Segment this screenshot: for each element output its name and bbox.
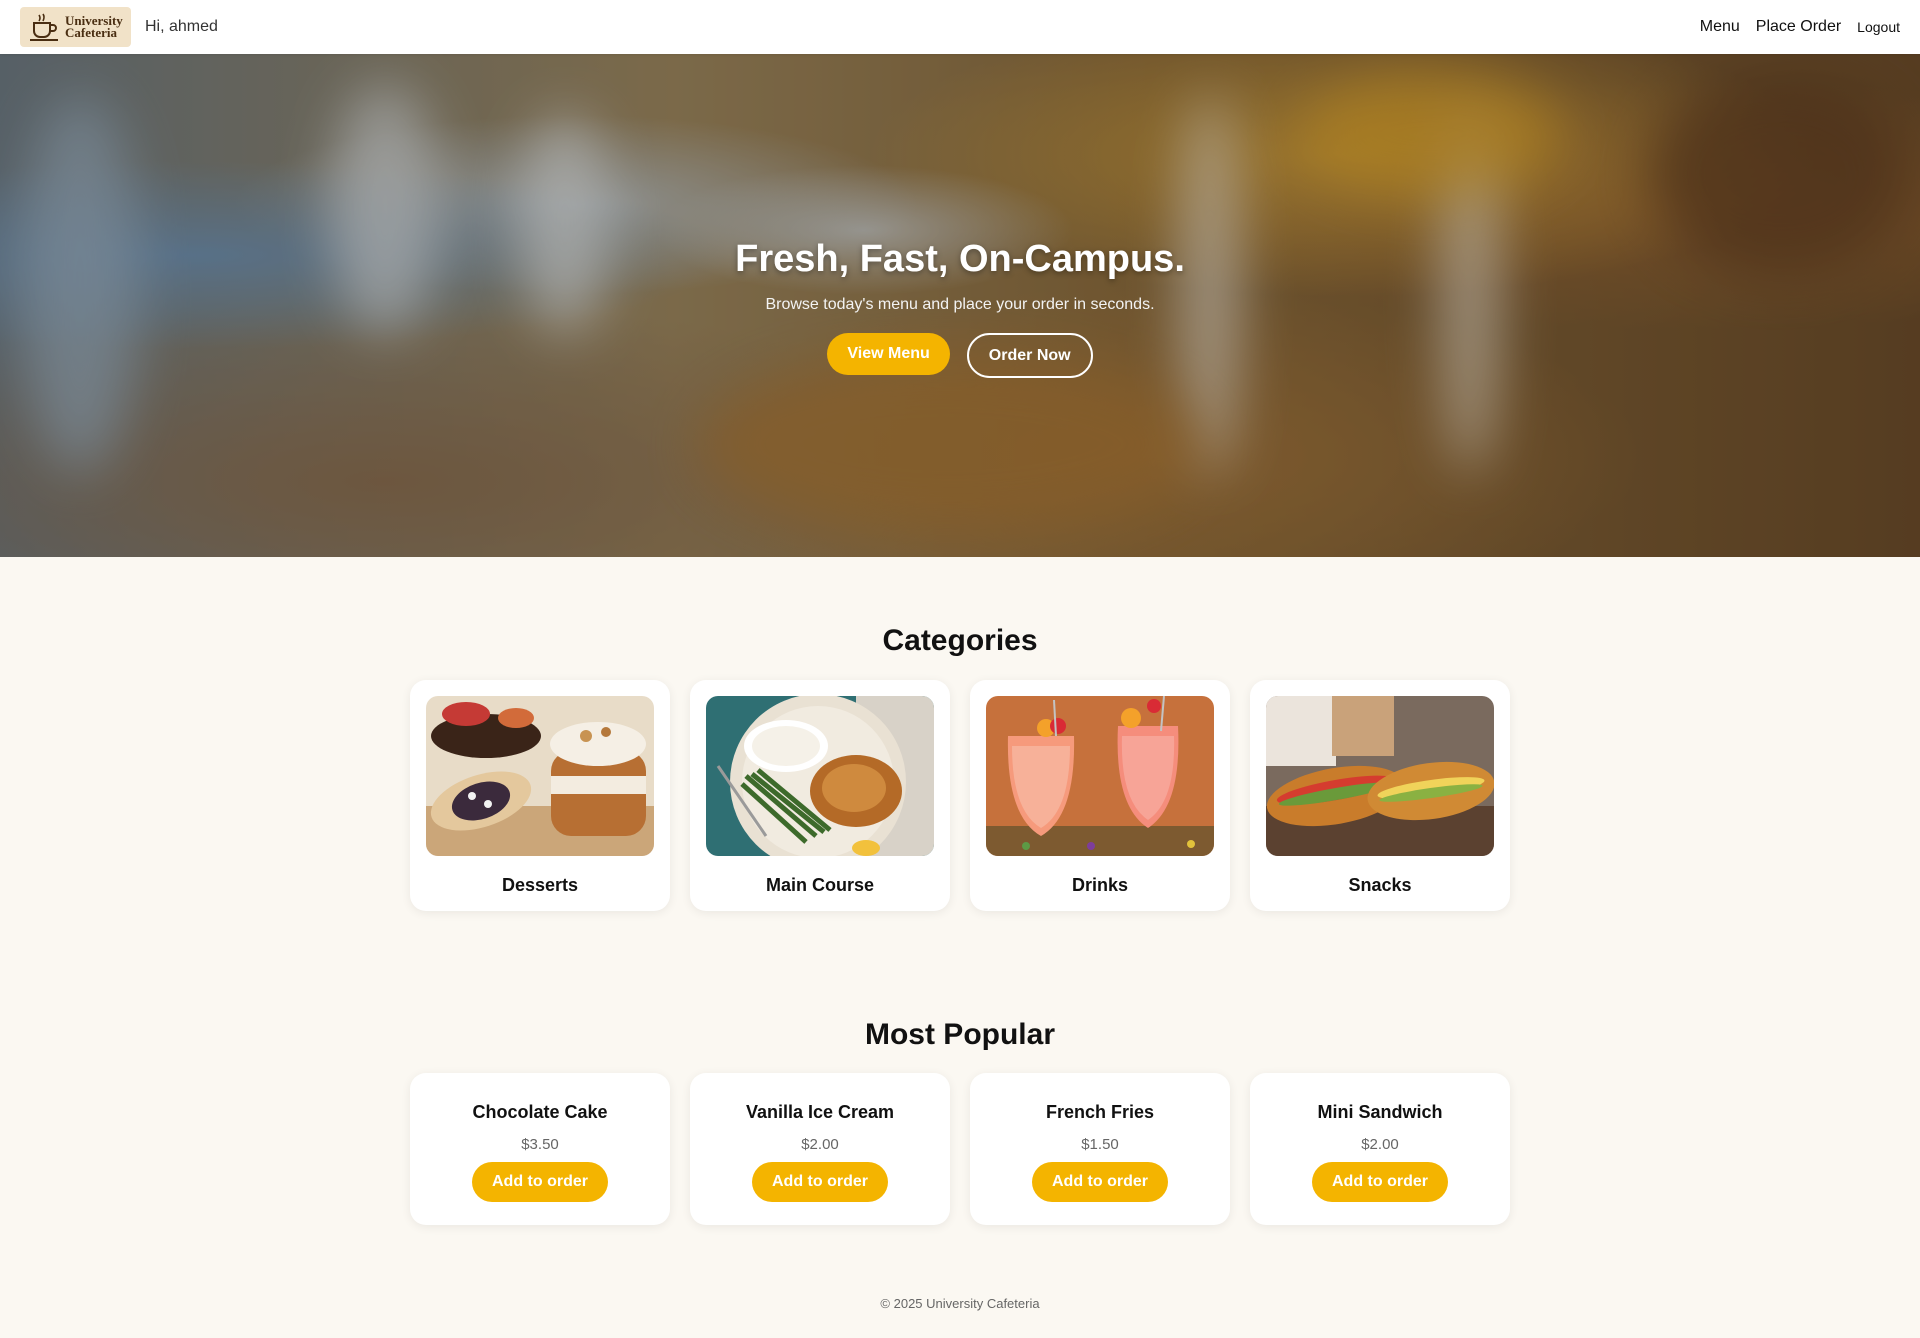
hero-buttons: View Menu Order Now <box>0 333 1920 378</box>
popular-item-card: Chocolate Cake $3.50 Add to order <box>410 1073 670 1225</box>
user-greeting: Hi, ahmed <box>145 18 218 35</box>
add-to-order-button[interactable]: Add to order <box>752 1162 888 1202</box>
hero-title: Fresh, Fast, On-Campus. <box>735 238 1185 280</box>
popular-item-name: Vanilla Ice Cream <box>745 1102 895 1122</box>
popular-row: Chocolate Cake $3.50 Add to order Vanill… <box>410 1073 1510 1225</box>
add-to-order-button[interactable]: Add to order <box>472 1162 608 1202</box>
order-now-button[interactable]: Order Now <box>966 333 1093 378</box>
popular-item-card: French Fries $1.50 Add to order <box>970 1073 1230 1225</box>
popular-item-price: $2.00 <box>1361 1136 1399 1153</box>
desserts-photo <box>426 696 654 856</box>
coffee-cup-icon <box>30 13 58 41</box>
hero-content: Fresh, Fast, On-Campus. Browse today's m… <box>0 54 1920 557</box>
category-card-desserts[interactable]: Desserts <box>410 680 670 911</box>
popular-item-price: $1.50 <box>1081 1136 1119 1153</box>
logo-line-2: Cafeteria <box>65 25 117 40</box>
category-label: Main Course <box>765 875 875 895</box>
category-label: Desserts <box>501 875 579 895</box>
categories-title: Categories <box>882 624 1038 657</box>
popular-item-name: Mini Sandwich <box>1317 1102 1443 1122</box>
add-to-order-button[interactable]: Add to order <box>1312 1162 1448 1202</box>
logout-link[interactable]: Logout <box>1857 19 1900 35</box>
popular-title: Most Popular <box>864 1018 1055 1051</box>
add-to-order-button[interactable]: Add to order <box>1032 1162 1168 1202</box>
category-card-snacks[interactable]: Snacks <box>1250 680 1510 911</box>
categories-row: Desserts Main Course Drinks Snacks <box>410 680 1510 911</box>
navbar: University Cafeteria Hi, ahmed Menu Plac… <box>0 0 1920 54</box>
category-card-drinks[interactable]: Drinks <box>970 680 1230 911</box>
logo[interactable]: University Cafeteria <box>20 7 131 47</box>
popular-item-card: Vanilla Ice Cream $2.00 Add to order <box>690 1073 950 1225</box>
drinks-photo <box>986 696 1214 856</box>
popular-item-price: $3.50 <box>521 1136 559 1153</box>
popular-item-name: Chocolate Cake <box>472 1102 608 1122</box>
nav-menu-link[interactable]: Menu <box>1700 18 1740 36</box>
logo-text: University Cafeteria <box>65 14 123 40</box>
main-course-photo <box>706 696 934 856</box>
category-label: Drinks <box>1071 875 1129 895</box>
category-card-main-course[interactable]: Main Course <box>690 680 950 911</box>
popular-item-name: French Fries <box>1045 1102 1155 1122</box>
snacks-photo <box>1266 696 1494 856</box>
category-label: Snacks <box>1348 875 1412 895</box>
nav-right: Menu Place Order Logout <box>1700 18 1900 36</box>
footer-copyright: © 2025 University Cafeteria <box>880 1296 1040 1311</box>
popular-item-card: Mini Sandwich $2.00 Add to order <box>1250 1073 1510 1225</box>
hero-banner: Fresh, Fast, On-Campus. Browse today's m… <box>0 54 1920 557</box>
nav-place-order-link[interactable]: Place Order <box>1756 18 1841 36</box>
view-menu-button[interactable]: View Menu <box>827 333 950 375</box>
nav-left: University Cafeteria Hi, ahmed <box>20 7 218 47</box>
hero-subtitle: Browse today's menu and place your order… <box>765 296 1155 313</box>
popular-item-price: $2.00 <box>801 1136 839 1153</box>
